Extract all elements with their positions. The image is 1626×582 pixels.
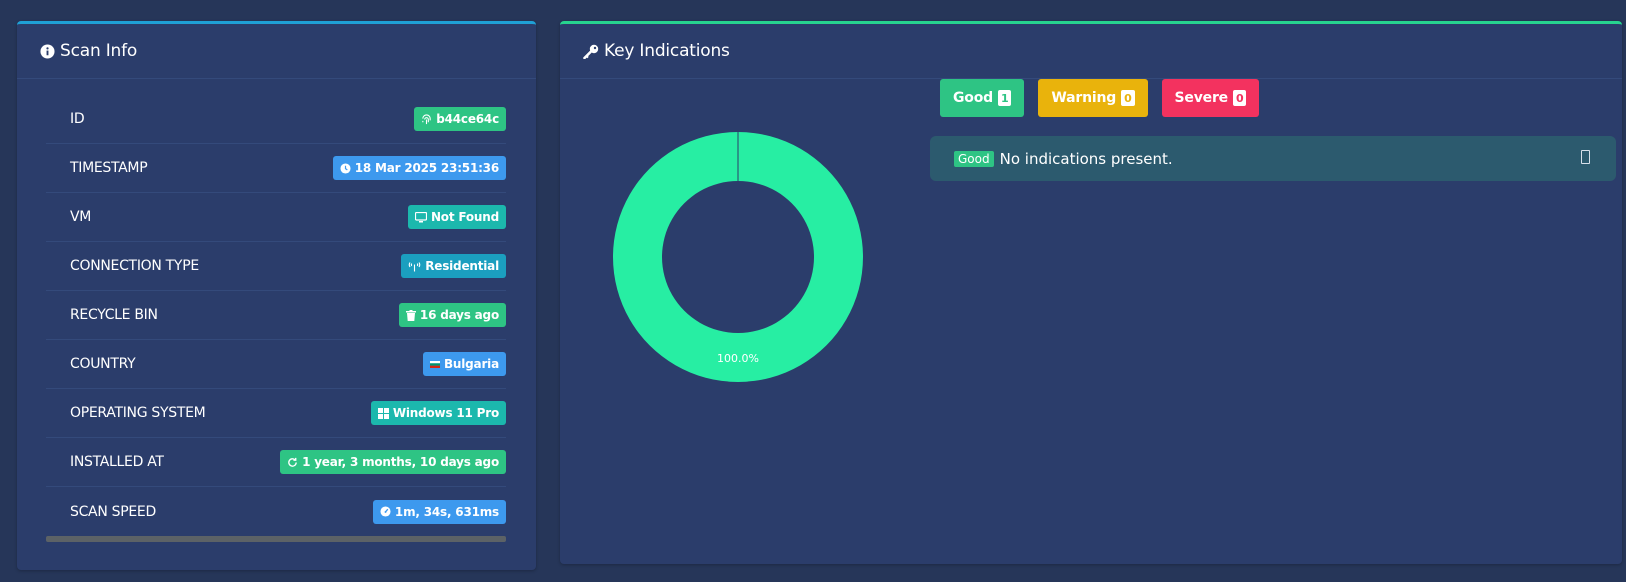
flag-icon xyxy=(429,360,440,368)
filter-count: 0 xyxy=(1232,90,1247,106)
key-indications-header: Key Indications xyxy=(560,24,1622,79)
connection-type-badge: Residential xyxy=(401,254,506,278)
info-row-country: COUNTRY Bulgaria xyxy=(46,340,506,389)
installed-at-badge: 1 year, 3 months, 10 days ago xyxy=(280,450,506,474)
info-label: RECYCLE BIN xyxy=(70,307,158,323)
country-badge: Bulgaria xyxy=(422,352,506,376)
indications-donut-chart: 100.0% xyxy=(608,127,868,387)
info-label: SCAN SPEED xyxy=(70,503,156,520)
info-label: OPERATING SYSTEM xyxy=(70,405,206,421)
key-icon xyxy=(583,44,599,59)
recycle-bin-badge: 16 days ago xyxy=(398,303,506,327)
filter-label: Good xyxy=(953,90,993,106)
indication-alert: Good No indications present. xyxy=(930,136,1616,181)
key-indications-title: Key Indications xyxy=(604,41,730,61)
badge-text: 1 year, 3 months, 10 days ago xyxy=(302,455,499,469)
info-row-timestamp: TIMESTAMP 18 Mar 2025 23:51:36 xyxy=(46,144,506,193)
id-badge: b44ce64c xyxy=(414,107,506,131)
tower-icon xyxy=(408,261,421,272)
badge-text: Residential xyxy=(425,259,499,273)
scan-info-card: Scan Info ID b44ce64c TIMESTAMP 18 Mar 2… xyxy=(17,21,536,570)
info-label: CONNECTION TYPE xyxy=(70,258,199,274)
severity-filter-group: Good 1 Warning 0 Severe 0 xyxy=(940,79,1260,117)
good-filter-button[interactable]: Good 1 xyxy=(940,79,1025,117)
close-icon[interactable] xyxy=(1581,150,1590,164)
badge-text: 16 days ago xyxy=(419,308,499,322)
info-row-connection-type: CONNECTION TYPE Residential xyxy=(46,242,506,291)
info-label: COUNTRY xyxy=(70,356,136,372)
donut-chart-svg xyxy=(612,132,863,382)
info-row-scan-speed: SCAN SPEED 1m, 34s, 631ms xyxy=(46,487,506,536)
scan-info-list: ID b44ce64c TIMESTAMP 18 Mar 2025 23:51:… xyxy=(46,95,506,536)
info-row-operating-system: OPERATING SYSTEM Windows 11 Pro xyxy=(46,389,506,438)
badge-text: 1m, 34s, 631ms xyxy=(394,504,499,519)
trash-icon xyxy=(405,309,416,321)
clock-icon xyxy=(340,162,351,174)
gauge-icon xyxy=(380,506,391,517)
severe-filter-button[interactable]: Severe 0 xyxy=(1161,79,1260,117)
info-row-recycle-bin: RECYCLE BIN 16 days ago xyxy=(46,291,506,340)
filter-count: 0 xyxy=(1121,90,1135,106)
warning-filter-button[interactable]: Warning 0 xyxy=(1038,79,1148,117)
info-label: ID xyxy=(70,111,85,127)
badge-text: Windows 11 Pro xyxy=(392,406,499,420)
vm-badge: Not Found xyxy=(407,205,506,229)
info-row-installed-at: INSTALLED AT 1 year, 3 months, 10 days a… xyxy=(46,438,506,487)
timestamp-badge: 18 Mar 2025 23:51:36 xyxy=(332,156,506,180)
scan-info-header: Scan Info xyxy=(17,24,536,79)
monitor-icon xyxy=(414,211,427,223)
operating-system-badge: Windows 11 Pro xyxy=(370,401,506,425)
badge-text: Not Found xyxy=(430,210,499,224)
windows-icon xyxy=(377,407,389,419)
fingerprint-icon xyxy=(421,113,432,125)
info-icon xyxy=(40,43,55,59)
info-row-id: ID b44ce64c xyxy=(46,95,506,144)
badge-text: Bulgaria xyxy=(443,357,499,371)
info-label: VM xyxy=(70,209,92,225)
info-row-vm: VM Not Found xyxy=(46,193,506,242)
filter-label: Severe xyxy=(1174,90,1229,106)
info-label: TIMESTAMP xyxy=(70,160,148,176)
info-label: INSTALLED AT xyxy=(70,454,164,470)
scan-speed-badge: 1m, 34s, 631ms xyxy=(372,499,506,524)
horizontal-scrollbar[interactable] xyxy=(46,536,506,542)
refresh-icon xyxy=(287,457,298,468)
donut-slice-label: 100.0% xyxy=(717,352,759,365)
good-tag: Good xyxy=(954,150,994,167)
scan-info-title: Scan Info xyxy=(60,41,138,61)
filter-count: 1 xyxy=(997,90,1012,106)
badge-text: 18 Mar 2025 23:51:36 xyxy=(354,161,499,175)
alert-message: No indications present. xyxy=(999,149,1173,168)
key-indications-card: Key Indications 100.0% Good 1 Warning 0 … xyxy=(560,21,1622,564)
filter-label: Warning xyxy=(1051,90,1117,106)
badge-text: b44ce64c xyxy=(436,112,499,126)
